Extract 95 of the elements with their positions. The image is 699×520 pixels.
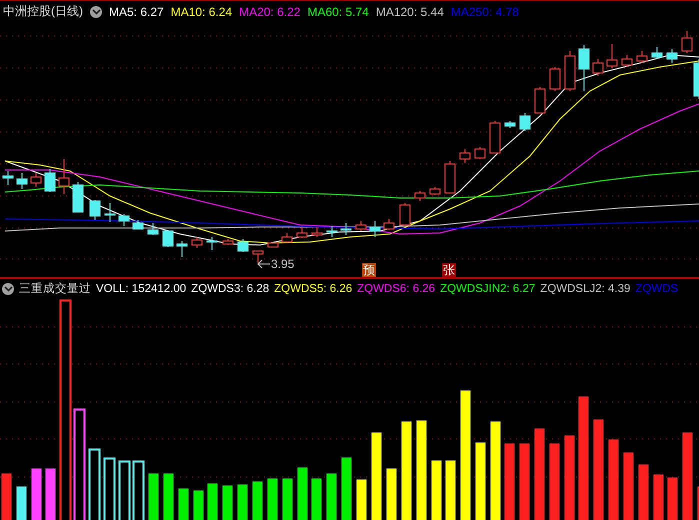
volume-bar bbox=[238, 484, 248, 520]
candlestick bbox=[90, 200, 100, 220]
signal-marker: 预 bbox=[362, 263, 376, 277]
dropdown-icon[interactable] bbox=[90, 6, 102, 18]
candlestick bbox=[206, 236, 218, 250]
candlestick bbox=[592, 58, 604, 76]
candlestick bbox=[534, 86, 546, 114]
candlestick bbox=[296, 226, 308, 238]
volume-bar bbox=[326, 474, 336, 520]
volume-bar bbox=[312, 478, 322, 520]
volume-bar bbox=[654, 474, 664, 520]
candlestick bbox=[400, 202, 410, 226]
candlestick bbox=[148, 222, 158, 236]
volume-bar bbox=[668, 478, 678, 520]
candlestick bbox=[356, 220, 366, 232]
volume-bar bbox=[164, 474, 174, 520]
candlestick bbox=[132, 220, 144, 230]
legend-value: MA250: 4.78 bbox=[450, 4, 519, 18]
legend-value: ZQWDS3: 6.28 bbox=[191, 282, 270, 294]
candlestick bbox=[192, 236, 202, 248]
candlestick bbox=[104, 202, 116, 222]
candlestick bbox=[282, 232, 292, 242]
volume-bar bbox=[638, 464, 648, 520]
candlestick bbox=[370, 220, 380, 238]
candlestick bbox=[636, 50, 648, 64]
volume-bar bbox=[432, 460, 442, 520]
candlestick bbox=[444, 160, 456, 194]
legend-value: MA120: 5.44 bbox=[376, 4, 444, 18]
candlestick bbox=[326, 226, 338, 238]
volume-bar bbox=[194, 490, 204, 520]
signal-marker: 张 bbox=[442, 263, 456, 277]
volume-bar bbox=[208, 484, 218, 520]
candlestick bbox=[504, 120, 516, 128]
volume-bar bbox=[16, 486, 26, 520]
candlestick bbox=[58, 158, 70, 194]
volume-bar bbox=[386, 468, 396, 520]
candlestick bbox=[682, 30, 692, 54]
volume-bar bbox=[342, 458, 352, 520]
volume-bar bbox=[356, 480, 366, 520]
candlestick bbox=[222, 238, 234, 246]
candlestick bbox=[666, 48, 678, 64]
legend-value: MA20: 6.22 bbox=[239, 4, 300, 18]
volume-bar bbox=[268, 478, 278, 520]
candlestick bbox=[606, 44, 618, 68]
volume-bar bbox=[46, 468, 56, 520]
volume-bar bbox=[178, 488, 188, 520]
low-price-label: 3.95 bbox=[271, 257, 294, 271]
candlestick bbox=[490, 120, 500, 154]
candlestick bbox=[694, 58, 699, 100]
candlestick bbox=[474, 146, 486, 160]
volume-bar bbox=[298, 468, 308, 520]
legend-value: ZQWDS6: 6.26 bbox=[357, 282, 436, 294]
legend-value: ZQWDSJIN2: 6.27 bbox=[440, 282, 536, 294]
candlestick bbox=[340, 222, 352, 236]
volume-bar bbox=[624, 452, 634, 520]
candlestick bbox=[238, 238, 248, 252]
candlestick bbox=[2, 170, 14, 186]
volume-bar bbox=[252, 482, 262, 520]
candlestick bbox=[622, 54, 632, 68]
candlestick bbox=[252, 250, 264, 264]
legend-value: MA60: 5.74 bbox=[307, 4, 369, 18]
legend-value: MA10: 6.24 bbox=[170, 4, 232, 18]
legend-value: ZQWDSLJ2: 4.39 bbox=[540, 282, 630, 294]
candlestick bbox=[118, 214, 130, 226]
chart-title: 三重成交量过 bbox=[19, 281, 91, 296]
chart-title: 中洲控股(日线) bbox=[3, 3, 83, 20]
candlestick bbox=[176, 240, 188, 258]
volume-bar bbox=[2, 474, 12, 520]
legend-value: ZQWDS bbox=[635, 282, 678, 294]
candlestick bbox=[520, 112, 530, 132]
volume-bar bbox=[446, 460, 456, 520]
candlestick bbox=[30, 172, 42, 188]
candlestick bbox=[460, 148, 470, 164]
candlestick bbox=[44, 168, 56, 192]
candlestick bbox=[550, 66, 560, 92]
dropdown-icon[interactable] bbox=[2, 282, 14, 294]
candlestick bbox=[162, 230, 174, 248]
candlestick bbox=[414, 190, 426, 202]
legend-value: MA5: 6.27 bbox=[109, 4, 164, 18]
candlestick bbox=[430, 186, 440, 196]
candlestick bbox=[312, 226, 322, 238]
candlestick bbox=[578, 44, 590, 92]
volume-bar bbox=[148, 474, 158, 520]
candlestick bbox=[72, 182, 84, 212]
legend-value: ZQWDS5: 6.26 bbox=[274, 282, 352, 294]
volume-bar bbox=[222, 486, 232, 520]
candlestick bbox=[652, 46, 662, 60]
candlestick bbox=[16, 172, 28, 190]
volume-bar bbox=[32, 468, 42, 520]
candlestick bbox=[384, 218, 394, 230]
candlestick bbox=[564, 50, 576, 92]
candlestick bbox=[268, 242, 278, 248]
volume-bar bbox=[282, 478, 292, 520]
low-price-arrow-icon bbox=[257, 260, 270, 268]
legend-value: VOLL: 152412.00 bbox=[96, 282, 186, 294]
